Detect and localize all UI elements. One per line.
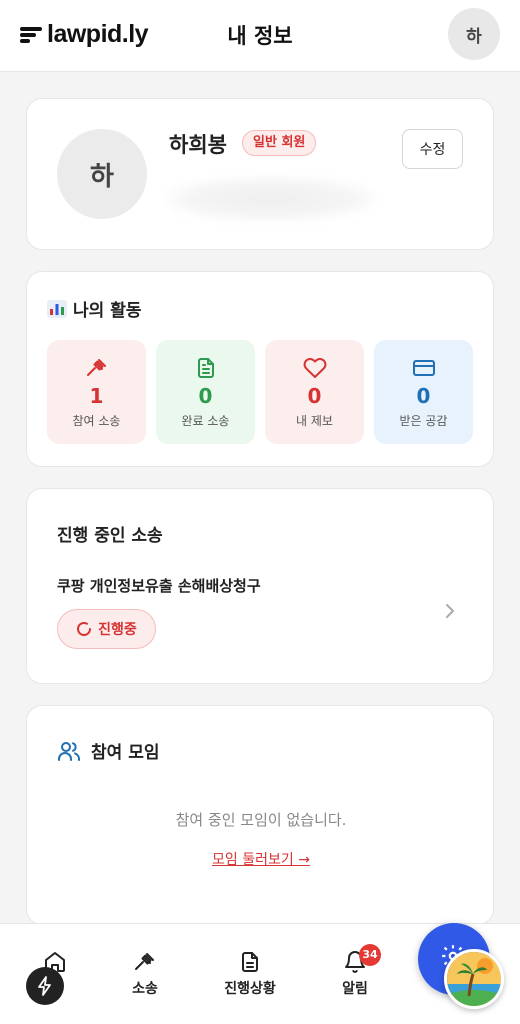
gavel-icon	[135, 953, 154, 970]
browse-groups-link[interactable]: 모임 둘러보기 →	[27, 849, 495, 869]
spinner-icon	[77, 622, 92, 636]
status-label: 진행중	[98, 622, 137, 638]
nav-item-lawsuits[interactable]: 소송	[100, 950, 190, 998]
ongoing-lawsuit-card[interactable]: 진행 중인 소송 쿠팡 개인정보유출 손해배상청구 진행중	[26, 488, 494, 684]
heart-icon	[303, 358, 327, 378]
stat-my-reports[interactable]: 0 내 제보	[265, 340, 364, 444]
chevron-right-icon[interactable]	[443, 601, 457, 621]
groups-title: 참여 모임	[57, 738, 159, 763]
gavel-icon	[87, 359, 106, 376]
stat-joined-lawsuits[interactable]: 1 참여 소송	[47, 340, 146, 444]
stat-value: 0	[198, 384, 213, 408]
users-icon	[58, 741, 80, 761]
document-icon	[242, 952, 258, 972]
groups-empty-text: 참여 중인 모임이 없습니다.	[175, 811, 347, 829]
ongoing-lawsuit-title: 진행 중인 소송	[57, 526, 163, 546]
member-badge: 일반 회원	[242, 130, 317, 156]
profile-card: 하 하희봉 일반 회원 수정	[26, 98, 494, 250]
nav-label: 진행상황	[224, 981, 276, 997]
beach-icon	[447, 952, 501, 1006]
page-title: 내 정보	[227, 24, 293, 48]
stat-completed-lawsuits[interactable]: 0 완료 소송	[156, 340, 255, 444]
header-avatar[interactable]: 하	[448, 8, 500, 60]
profile-avatar: 하	[57, 129, 147, 219]
groups-title-label: 참여 모임	[91, 743, 160, 763]
redacted-email	[167, 177, 375, 221]
activity-title: 나의 활동	[47, 296, 141, 321]
app-header: lawpid.ly 내 정보 하	[0, 0, 520, 72]
quick-action-button[interactable]	[26, 967, 64, 1005]
stat-value: 0	[416, 384, 431, 408]
notification-count-badge: 34	[359, 944, 381, 966]
stat-label: 받은 공감	[399, 414, 448, 428]
stat-value: 0	[307, 384, 322, 408]
lightning-icon	[38, 976, 51, 996]
stat-value: 1	[89, 384, 104, 408]
status-badge: 진행중	[57, 609, 156, 649]
stat-label: 참여 소송	[72, 414, 121, 428]
nav-item-notifications[interactable]: 34 알림	[310, 944, 400, 998]
stat-label: 완료 소송	[181, 414, 230, 428]
card-icon	[413, 360, 435, 376]
bar-chart-icon	[47, 299, 67, 318]
stat-received-empathy[interactable]: 0 받은 공감	[374, 340, 473, 444]
activity-title-label: 나의 활동	[73, 301, 142, 321]
nav-item-progress[interactable]: 진행상황	[205, 950, 295, 998]
document-icon	[198, 358, 214, 378]
activity-card: 나의 활동 1 참여 소송 0 완료 소송 0 내 제보 0 받은 공감	[26, 271, 494, 467]
nav-label: 알림	[342, 981, 368, 997]
lawsuit-item-title: 쿠팡 개인정보유출 손해배상청구	[57, 577, 261, 595]
user-name: 하희봉	[169, 133, 227, 157]
groups-card: 참여 모임 참여 중인 모임이 없습니다. 모임 둘러보기 →	[26, 705, 494, 925]
stat-label: 내 제보	[296, 414, 333, 428]
edit-profile-button[interactable]: 수정	[402, 129, 463, 169]
nav-label: 소송	[132, 981, 158, 997]
floating-beach-widget[interactable]	[444, 949, 504, 1009]
